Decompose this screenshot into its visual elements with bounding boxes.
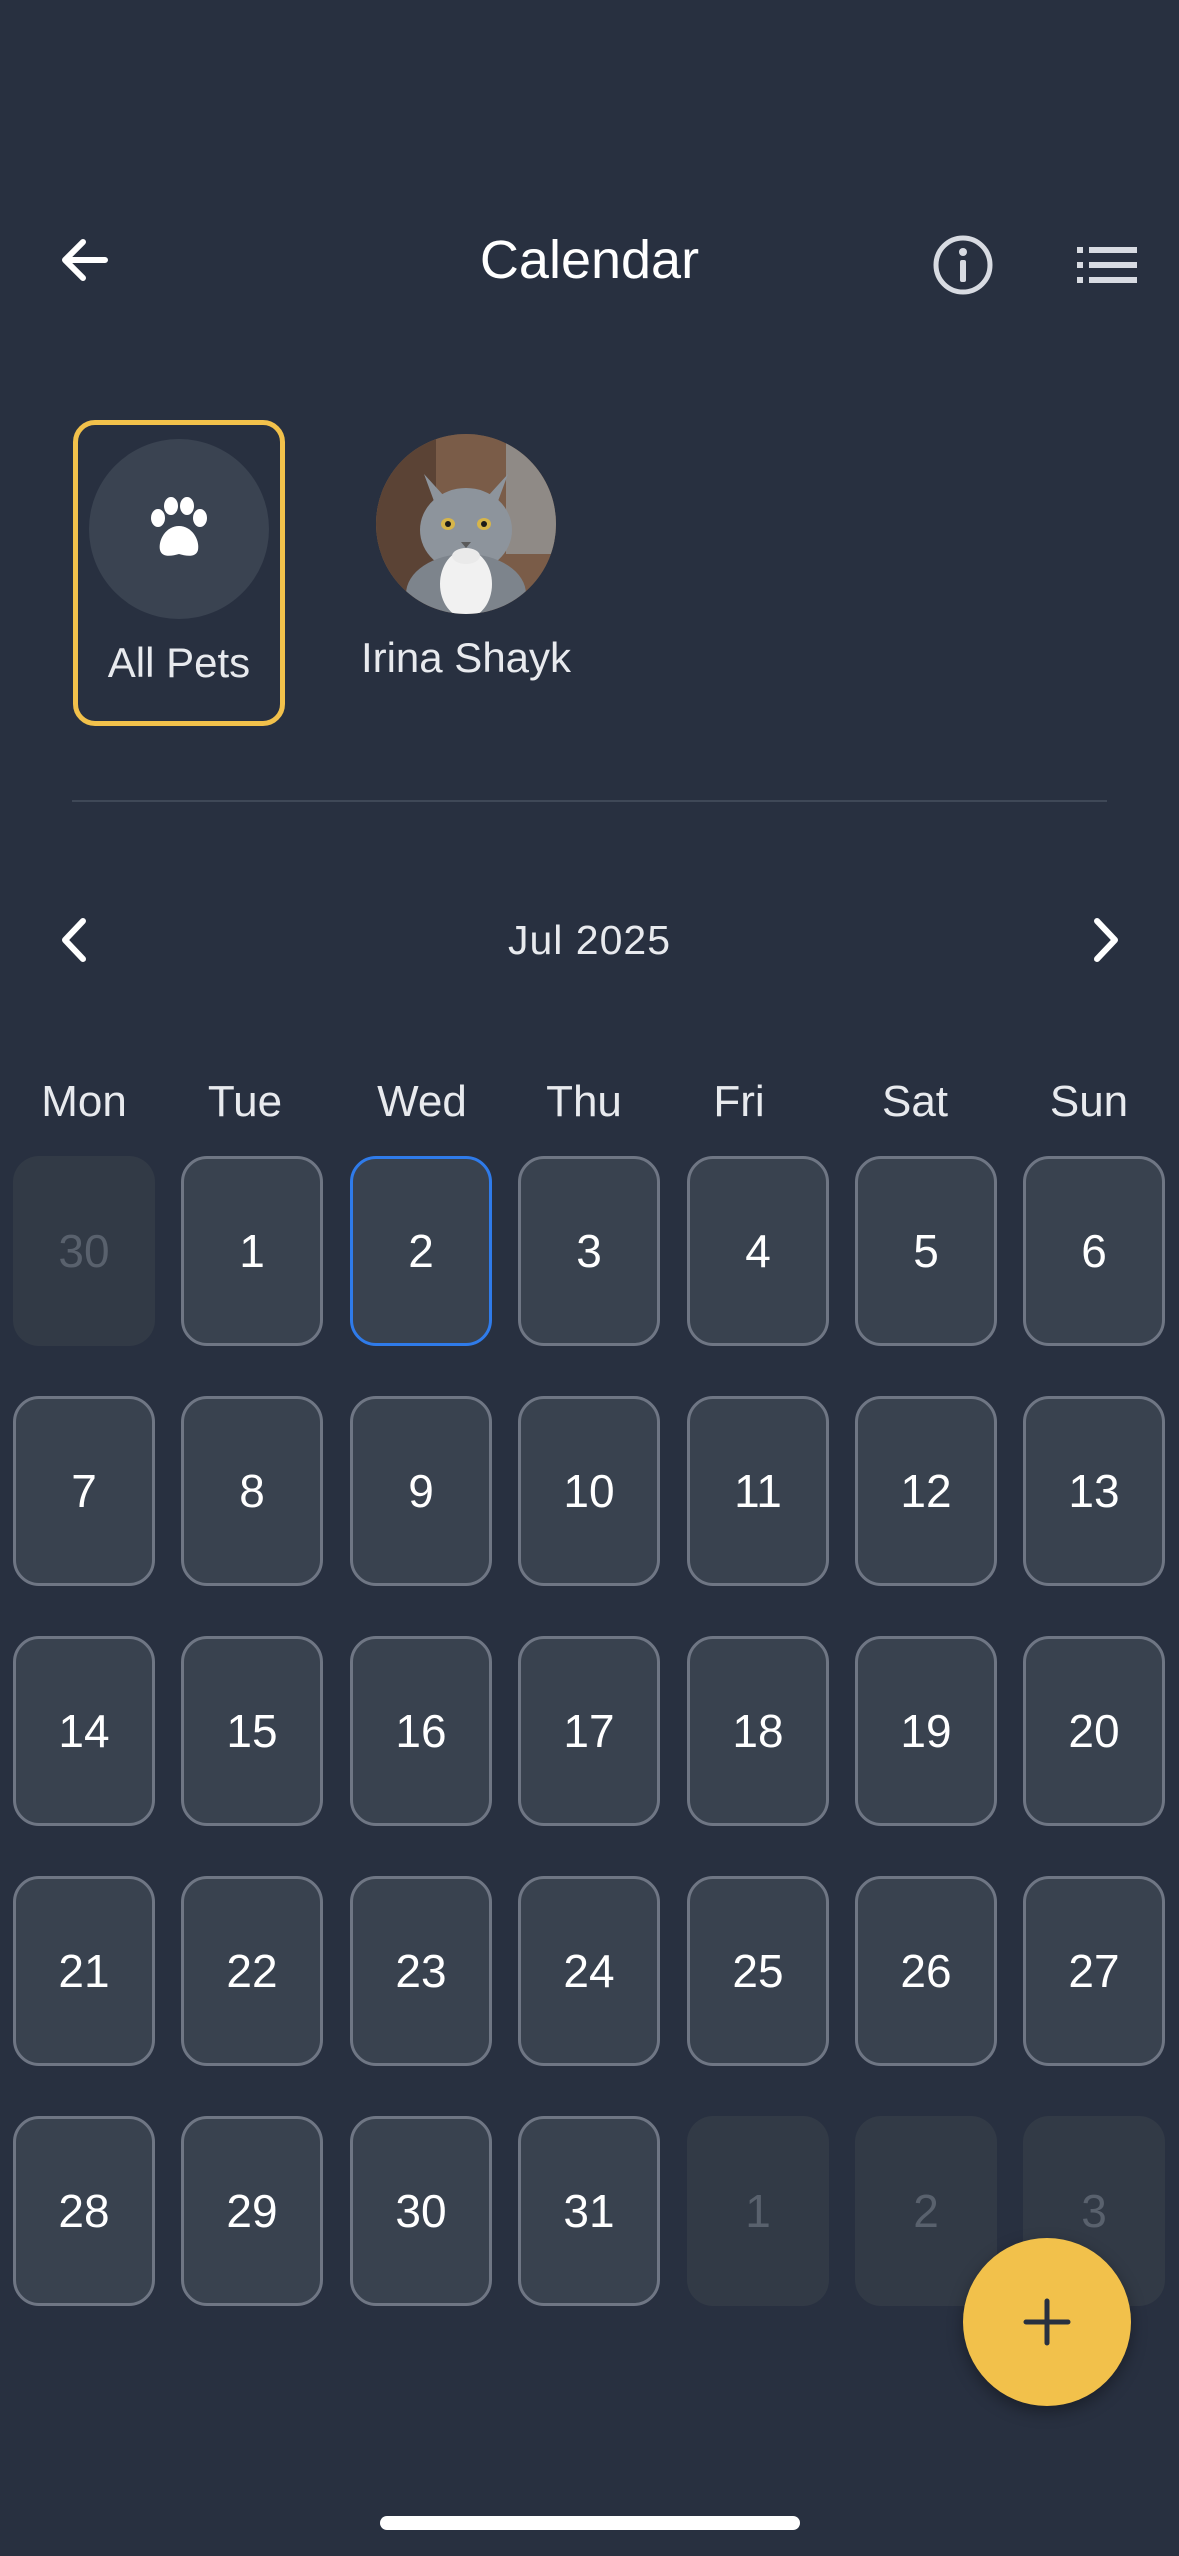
calendar-day[interactable]: 7	[13, 1396, 155, 1586]
calendar-day[interactable]: 30	[350, 2116, 492, 2306]
day-number: 13	[1068, 1465, 1120, 1517]
info-button[interactable]	[918, 220, 1008, 310]
day-number: 16	[395, 1705, 447, 1757]
day-number: 20	[1068, 1705, 1120, 1757]
pet-filter-irina-shayk[interactable]: Irina Shayk	[360, 420, 572, 726]
calendar-day[interactable]: 27	[1023, 1876, 1165, 2066]
calendar-day[interactable]: 3	[518, 1156, 660, 1346]
day-number: 31	[563, 2185, 615, 2237]
calendar-day[interactable]: 24	[518, 1876, 660, 2066]
calendar-day[interactable]: 16	[350, 1636, 492, 1826]
cat-photo	[376, 434, 556, 614]
all-pets-avatar	[89, 439, 269, 619]
weekday-label: Fri	[713, 1077, 765, 1126]
calendar-day[interactable]: 22	[181, 1876, 323, 2066]
day-number: 9	[408, 1465, 434, 1517]
paw-icon	[151, 497, 207, 556]
calendar-day[interactable]: 23	[350, 1876, 492, 2066]
day-number: 14	[58, 1705, 110, 1757]
calendar-day[interactable]: 29	[181, 2116, 323, 2306]
pet-filter-all-pets[interactable]: All Pets	[73, 420, 285, 726]
calendar-day[interactable]: 26	[855, 1876, 997, 2066]
pet-label: Irina Shayk	[360, 634, 572, 681]
day-number: 10	[563, 1465, 615, 1517]
day-number: 24	[563, 1945, 615, 1997]
chevron-right-icon	[1094, 918, 1118, 962]
day-number: 6	[1081, 1225, 1107, 1277]
weekday-label: Tue	[207, 1077, 283, 1126]
weekday-label: Thu	[546, 1077, 622, 1126]
day-number: 8	[239, 1465, 265, 1517]
list-view-button[interactable]	[1062, 220, 1152, 310]
calendar-day[interactable]: 28	[13, 2116, 155, 2306]
calendar-day[interactable]: 20	[1023, 1636, 1165, 1826]
day-number: 27	[1068, 1945, 1120, 1997]
day-number: 18	[732, 1705, 784, 1757]
home-indicator	[380, 2516, 800, 2530]
calendar-day[interactable]: 15	[181, 1636, 323, 1826]
day-number: 1	[745, 2185, 771, 2237]
day-number: 3	[576, 1225, 602, 1277]
next-month-button[interactable]	[1060, 895, 1150, 985]
weekday-label: Sat	[881, 1077, 949, 1126]
day-number: 29	[226, 2185, 278, 2237]
day-number: 19	[900, 1705, 952, 1757]
calendar-day-outside: 30	[13, 1156, 155, 1346]
calendar-day[interactable]: 21	[13, 1876, 155, 2066]
day-number: 5	[913, 1225, 939, 1277]
plus-icon	[1023, 2298, 1071, 2346]
weekday-label: Sun	[1049, 1077, 1129, 1126]
info-circle-icon	[933, 235, 993, 295]
add-event-button[interactable]	[963, 2238, 1131, 2406]
calendar-day-outside: 1	[687, 2116, 829, 2306]
calendar-day[interactable]: 14	[13, 1636, 155, 1826]
calendar-day-today[interactable]: 2	[350, 1156, 492, 1346]
calendar-day[interactable]: 17	[518, 1636, 660, 1826]
weekday-label: Wed	[377, 1077, 467, 1126]
weekday-label: Mon	[41, 1077, 127, 1126]
day-number: 2	[913, 2185, 939, 2237]
calendar-day[interactable]: 1	[181, 1156, 323, 1346]
day-number: 1	[239, 1225, 265, 1277]
calendar-day[interactable]: 31	[518, 2116, 660, 2306]
day-number: 7	[71, 1465, 97, 1517]
day-number: 25	[732, 1945, 784, 1997]
day-number: 4	[745, 1225, 771, 1277]
day-number: 30	[58, 1225, 110, 1277]
pet-avatar	[376, 434, 556, 614]
calendar-day[interactable]: 9	[350, 1396, 492, 1586]
day-number: 2	[408, 1225, 434, 1277]
day-number: 3	[1081, 2185, 1107, 2237]
calendar-day[interactable]: 18	[687, 1636, 829, 1826]
calendar-day[interactable]: 6	[1023, 1156, 1165, 1346]
calendar-day[interactable]: 25	[687, 1876, 829, 2066]
list-icon	[1077, 247, 1137, 283]
calendar-day[interactable]: 5	[855, 1156, 997, 1346]
calendar-day[interactable]: 10	[518, 1396, 660, 1586]
day-number: 22	[226, 1945, 278, 1997]
calendar-day[interactable]: 11	[687, 1396, 829, 1586]
divider	[72, 800, 1107, 802]
day-number: 15	[226, 1705, 278, 1757]
day-number: 21	[58, 1945, 110, 1997]
day-number: 28	[58, 2185, 110, 2237]
day-number: 23	[395, 1945, 447, 1997]
pet-label: All Pets	[107, 639, 251, 686]
day-number: 17	[563, 1705, 615, 1757]
calendar-day[interactable]: 4	[687, 1156, 829, 1346]
day-number: 12	[900, 1465, 952, 1517]
calendar-day[interactable]: 19	[855, 1636, 997, 1826]
day-number: 11	[734, 1465, 782, 1517]
day-number: 30	[395, 2185, 447, 2237]
calendar-day[interactable]: 13	[1023, 1396, 1165, 1586]
calendar-day[interactable]: 12	[855, 1396, 997, 1586]
calendar-day[interactable]: 8	[181, 1396, 323, 1586]
day-number: 26	[900, 1945, 952, 1997]
month-label: Jul 2025	[507, 917, 671, 963]
